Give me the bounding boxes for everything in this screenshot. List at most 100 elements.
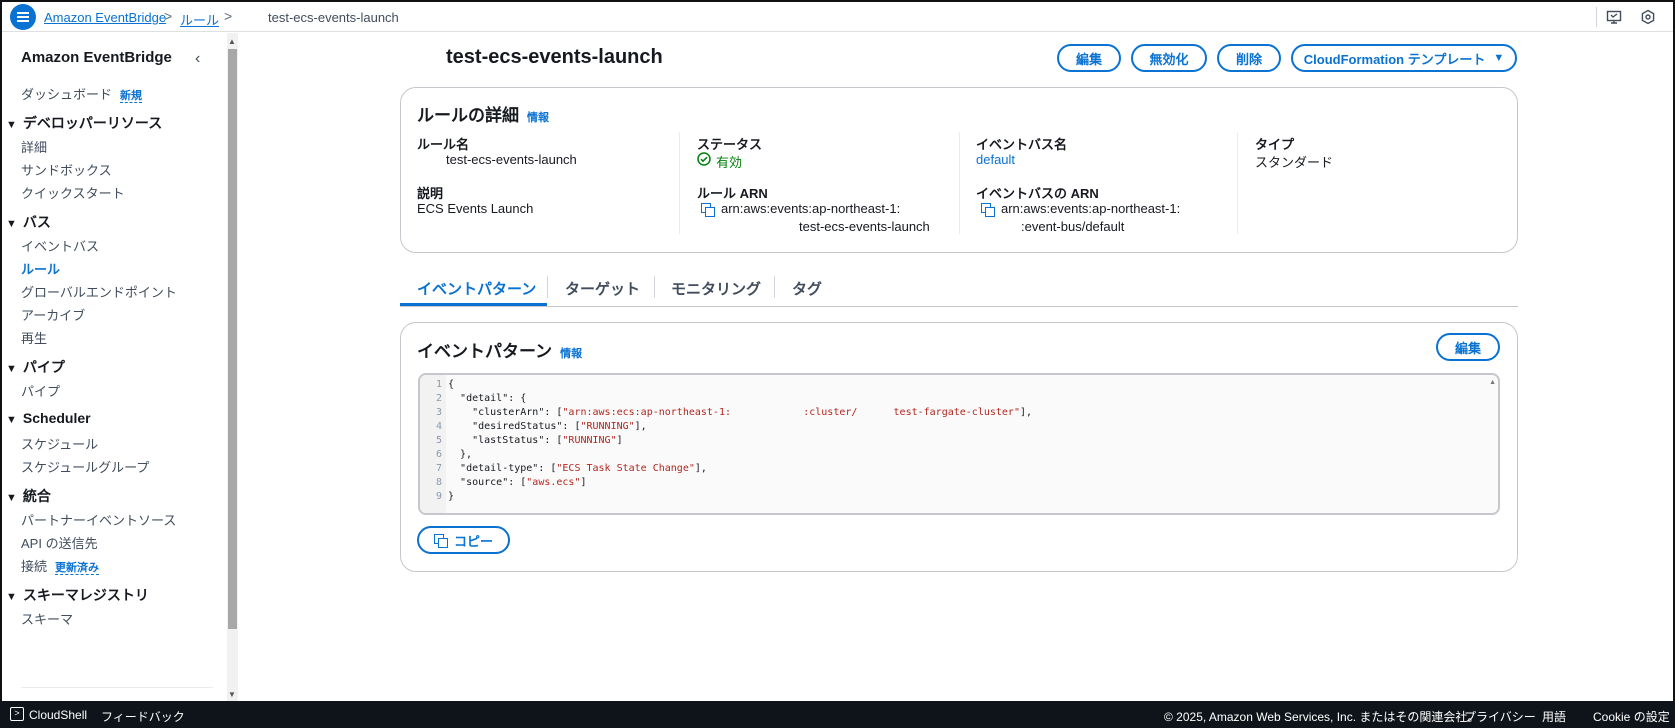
divider (1596, 7, 1597, 27)
sidebar-group-integration[interactable]: ▼ 統合 (6, 486, 51, 506)
json-key: "source" (460, 477, 509, 488)
event-bus-arn-label: イベントバスの ARN (976, 186, 1099, 201)
sidebar-item-dashboard[interactable]: ダッシュボード 新規 (21, 84, 143, 103)
terms-link[interactable]: 用語 (1542, 708, 1566, 725)
tab-monitoring[interactable]: モニタリング (671, 278, 761, 299)
status-value: 有効 (716, 155, 743, 170)
rule-arn-label: ルール ARN (697, 186, 768, 201)
json-string: "aws.ecs" (526, 477, 581, 488)
help-panel-icon[interactable] (1640, 9, 1656, 25)
sidebar-item-replays[interactable]: 再生 (21, 328, 47, 347)
json-key: "detail" (460, 393, 509, 404)
event-bus-name-link[interactable]: default (976, 152, 1015, 167)
divider (959, 132, 960, 234)
sidebar-item-pipes[interactable]: パイプ (21, 381, 60, 400)
sidebar-group-scheduler[interactable]: ▼ Scheduler (6, 410, 91, 426)
sidebar-item-schedule-groups[interactable]: スケジュールグループ (21, 457, 149, 476)
caret-down-icon: ▼ (6, 363, 17, 375)
collapse-sidebar-icon[interactable]: ‹ (195, 50, 200, 68)
sidebar-group-developer-resources[interactable]: ▼ デベロッパーリソース (6, 113, 162, 133)
event-pattern-code-editor[interactable]: ▲ 1{ 2 "detail": { 3 "clusterArn": ["arn… (418, 373, 1500, 515)
edit-button[interactable]: 編集 (1057, 44, 1121, 72)
type-label: タイプ (1255, 137, 1295, 152)
divider (774, 276, 775, 298)
caret-down-icon: ▼ (6, 414, 17, 426)
scroll-up-icon[interactable]: ▲ (228, 37, 236, 46)
tab-tags[interactable]: タグ (792, 278, 822, 299)
sidebar-group-buses[interactable]: ▼ バス (6, 212, 51, 232)
sidebar-item-sandbox[interactable]: サンドボックス (21, 160, 112, 179)
cloudshell-link[interactable]: CloudShell (29, 708, 87, 722)
sidebar-group-schema-registry[interactable]: ▼ スキーマレジストリ (6, 585, 149, 605)
divider (654, 276, 655, 298)
breadcrumb-eventbridge[interactable]: Amazon EventBridge (44, 10, 166, 25)
sidebar-item-learn[interactable]: 詳細 (21, 137, 47, 156)
sidebar-scroll-thumb[interactable] (228, 49, 237, 629)
caret-down-icon: ▼ (1493, 52, 1505, 64)
caret-down-icon: ▼ (6, 492, 17, 504)
tabs-divider (400, 306, 1518, 307)
json-string: "ECS Task State Change" (556, 463, 695, 474)
sidebar-item-rules[interactable]: ルール (21, 259, 60, 278)
cloudformation-template-button[interactable]: CloudFormation テンプレート ▼ (1291, 44, 1517, 72)
breadcrumb-rules[interactable]: ルール (180, 10, 219, 29)
cookie-settings-link[interactable]: Cookie の設定 (1593, 708, 1670, 725)
copy-icon (433, 534, 448, 548)
edit-pattern-button[interactable]: 編集 (1436, 333, 1500, 361)
event-pattern-title: イベントパターン 情報 (417, 342, 583, 361)
status-label: ステータス (697, 137, 763, 152)
tab-targets[interactable]: ターゲット (565, 278, 640, 299)
rule-details-title: ルールの詳細 情報 (417, 106, 549, 125)
cloudshell-icon[interactable]: > (10, 707, 24, 721)
copy-pattern-button[interactable]: コピー (417, 526, 510, 554)
info-link[interactable]: 情報 (527, 112, 549, 124)
divider (679, 132, 680, 234)
sidebar-item-global-endpoints[interactable]: グローバルエンドポイント (21, 282, 177, 301)
sidebar-item-api-destinations[interactable]: API の送信先 (21, 533, 98, 552)
caret-down-icon: ▼ (6, 218, 17, 230)
top-navigation: Amazon EventBridge > ルール > test-ecs-even… (2, 2, 1673, 32)
privacy-link[interactable]: プライバシー (1464, 708, 1536, 725)
json-key: "desiredStatus" (472, 421, 563, 432)
caret-down-icon: ▼ (6, 591, 17, 603)
event-bus-name-label: イベントバス名 (976, 137, 1068, 152)
info-link[interactable]: 情報 (560, 348, 582, 360)
sidebar-title: Amazon EventBridge (21, 49, 172, 66)
divider (1237, 132, 1238, 234)
menu-icon[interactable] (10, 4, 36, 30)
caret-down-icon: ▼ (6, 119, 17, 131)
disable-button[interactable]: 無効化 (1131, 44, 1207, 72)
rule-name-label: ルール名 (417, 137, 470, 152)
event-bus-arn-line1: arn:aws:events:ap-northeast-1: (1001, 201, 1181, 216)
status-success-icon (697, 152, 711, 166)
rule-name-value: test-ecs-events-launch (446, 152, 577, 167)
side-navigation: Amazon EventBridge ‹ ダッシュボード 新規 ▼ デベロッパーリソ… (2, 33, 238, 701)
sidebar-item-connections[interactable]: 接続 更新済み (21, 556, 100, 575)
scroll-down-icon[interactable]: ▼ (228, 690, 236, 699)
description-label: 説明 (417, 186, 444, 201)
sidebar-item-schedules[interactable]: スケジュール (21, 434, 98, 453)
breadcrumb-current: test-ecs-events-launch (268, 10, 399, 25)
copy-icon[interactable] (981, 203, 995, 217)
rule-arn-line1: arn:aws:events:ap-northeast-1: (721, 201, 901, 216)
chevron-right-icon: > (224, 8, 233, 24)
sidebar-item-partner-event-sources[interactable]: パートナーイベントソース (21, 510, 176, 529)
scroll-up-icon[interactable]: ▲ (1489, 379, 1496, 386)
tools-panel-icon[interactable] (1606, 9, 1622, 25)
copy-icon[interactable] (701, 203, 715, 217)
sidebar-item-event-buses[interactable]: イベントバス (21, 236, 99, 255)
page-title: test-ecs-events-launch (446, 46, 663, 68)
sidebar-item-archives[interactable]: アーカイブ (21, 305, 85, 324)
type-value: スタンダード (1255, 155, 1334, 170)
tab-event-pattern[interactable]: イベントパターン (417, 278, 536, 299)
sidebar-group-pipes[interactable]: ▼ パイプ (6, 357, 65, 377)
sidebar-item-schemas[interactable]: スキーマ (21, 609, 73, 628)
sidebar-item-quickstart[interactable]: クイックスタート (21, 183, 125, 202)
feedback-link[interactable]: フィードバック (101, 708, 185, 725)
divider (21, 687, 213, 688)
json-string: "RUNNING" (562, 435, 617, 446)
chevron-right-icon: > (164, 8, 173, 24)
delete-button[interactable]: 削除 (1217, 44, 1281, 72)
new-badge: 新規 (120, 90, 143, 103)
event-bus-arn-line2: :event-bus/default (1021, 219, 1125, 234)
